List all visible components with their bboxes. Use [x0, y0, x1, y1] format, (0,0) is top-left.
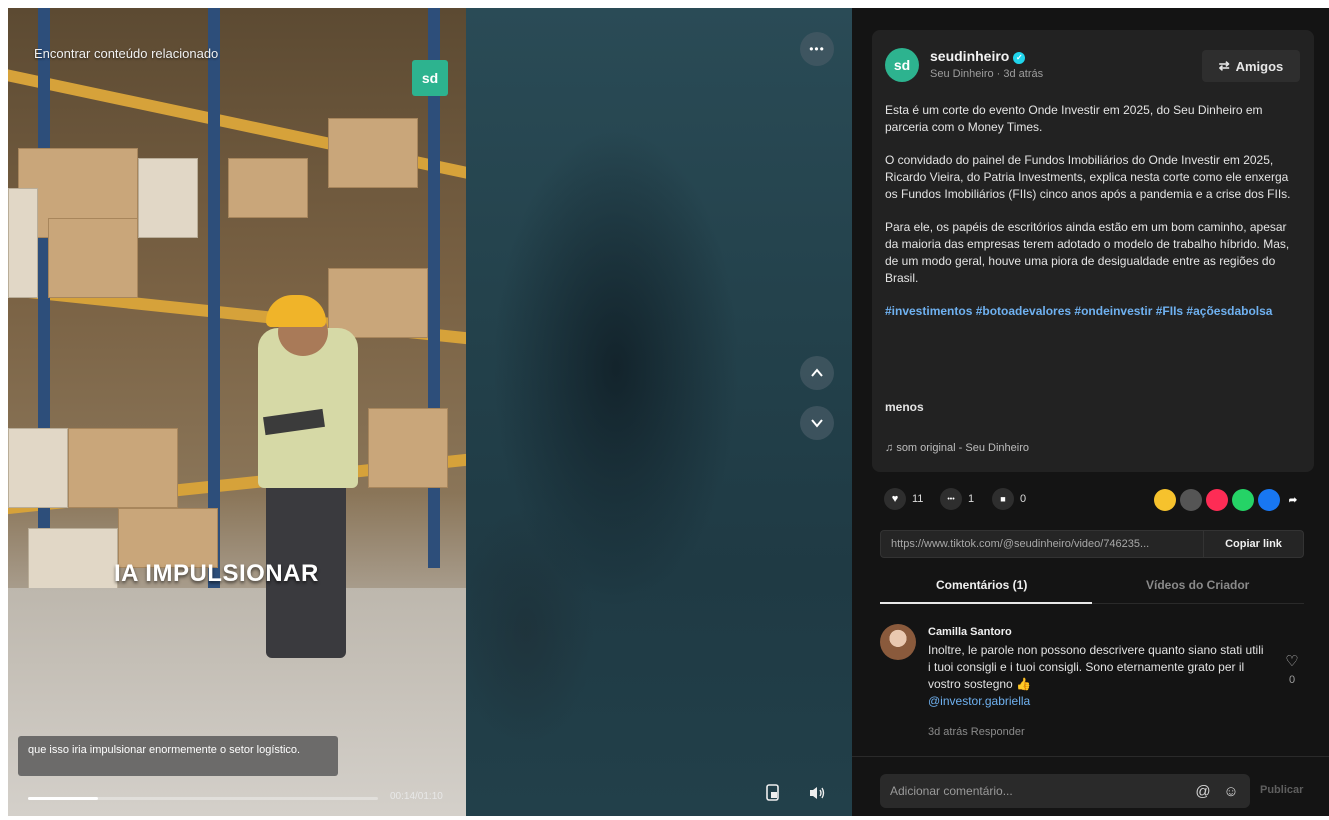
related-content-link[interactable]: Encontrar conteúdo relacionado — [34, 46, 218, 61]
chevron-down-icon — [811, 419, 823, 428]
less-link[interactable]: menos — [885, 400, 924, 414]
description-paragraph: Para ele, os papéis de escritórios ainda… — [885, 220, 1290, 285]
like-count: 11 — [912, 493, 924, 505]
mention-icon[interactable]: @ — [1192, 780, 1214, 802]
tiktok-video-page: Encontrar conteúdo relacionado sd IA IMP… — [0, 0, 1329, 820]
cardboard-box — [228, 158, 308, 218]
cardboard-box — [48, 218, 138, 298]
whatsapp-share-icon[interactable] — [1232, 489, 1254, 511]
video-link-box: https://www.tiktok.com/@seudinheiro/vide… — [880, 530, 1304, 558]
comment-item: Camilla Santoro Inoltre, le parole non p… — [880, 622, 1304, 742]
video-subtitle: que isso iria impulsionar enormemente o … — [18, 736, 338, 776]
description-paragraph: Esta é um corte do evento Onde Investir … — [885, 103, 1263, 134]
cardboard-box — [328, 118, 418, 188]
engagement-row: ♥ 11 ••• 1 ■ 0 ➦ — [884, 488, 1304, 512]
comment-meta[interactable]: 3d atrás Responder — [928, 726, 1025, 738]
time-display: 00:14/01:10 — [390, 791, 443, 802]
comment-body: Inoltre, le parole non possono descriver… — [928, 643, 1264, 691]
comment-icon[interactable]: ••• — [940, 488, 962, 510]
more-icon: ••• — [809, 42, 825, 56]
hashtags[interactable]: #investimentos #botoadevalores #ondeinve… — [885, 303, 1303, 320]
chevron-up-icon — [811, 368, 823, 377]
more-options-button[interactable]: ••• — [800, 32, 834, 66]
author-name[interactable]: seudinheiro ✓ — [930, 48, 1026, 64]
share-arrow-icon[interactable]: ➦ — [1282, 489, 1304, 511]
bookmark-icon[interactable]: ■ — [992, 488, 1014, 510]
progress-bar[interactable] — [28, 797, 378, 800]
comment-text: Inoltre, le parole non possono descriver… — [928, 642, 1268, 710]
comment-like-count: 0 — [1288, 674, 1296, 686]
embed-share-icon[interactable] — [1154, 489, 1176, 511]
copy-link-button[interactable]: Copiar link — [1203, 531, 1303, 557]
tab-creator-videos[interactable]: Vídeos do Criador — [1146, 578, 1249, 592]
video-frame[interactable]: Encontrar conteúdo relacionado sd IA IMP… — [8, 8, 466, 816]
save-count: 0 — [1020, 493, 1027, 505]
video-caption: IA IMPULSIONAR — [114, 560, 319, 587]
friends-icon: ⇄ — [1218, 58, 1230, 73]
author-subtitle: Seu Dinheiro · 3d atrás — [930, 68, 1044, 80]
facebook-share-icon[interactable] — [1258, 489, 1280, 511]
like-stat[interactable]: ♥ 11 — [884, 488, 923, 510]
heart-icon[interactable]: ♥ — [884, 488, 906, 510]
save-stat[interactable]: ■ 0 — [992, 488, 1026, 510]
description-paragraph: O convidado do painel de Fundos Imobiliá… — [885, 153, 1291, 201]
cardboard-box — [8, 428, 68, 508]
friends-label: Amigos — [1235, 58, 1284, 74]
comment-tabs: Comentários (1) Vídeos do Criador — [880, 570, 1304, 604]
floating-player-button[interactable] — [760, 780, 786, 806]
volume-button[interactable] — [804, 780, 830, 806]
friends-button[interactable]: ⇄ Amigos — [1202, 50, 1300, 82]
comment-heart-icon[interactable]: ♡ — [1282, 652, 1302, 670]
volume-icon — [810, 787, 825, 799]
next-video-button[interactable] — [800, 406, 834, 440]
video-player[interactable]: Encontrar conteúdo relacionado sd IA IMP… — [8, 8, 852, 816]
cardboard-box — [8, 188, 38, 298]
author-avatar[interactable]: sd — [885, 48, 919, 82]
blurred-background — [466, 8, 852, 816]
divider — [852, 756, 1329, 757]
tab-comments[interactable]: Comentários (1) — [936, 578, 1027, 592]
cardboard-box — [68, 428, 178, 508]
hard-hat — [266, 295, 326, 327]
friends-share-icon[interactable] — [1180, 489, 1202, 511]
cardboard-box — [138, 158, 198, 238]
brand-badge: sd — [412, 60, 448, 96]
cardboard-box — [368, 408, 448, 488]
cardboard-box — [118, 508, 218, 568]
progress-fill — [28, 797, 98, 800]
commenter-avatar[interactable] — [880, 624, 916, 660]
verified-icon: ✓ — [1013, 52, 1026, 64]
comment-mention[interactable]: @investor.gabriella — [928, 694, 1030, 708]
author-name-text[interactable]: seudinheiro — [930, 48, 1009, 64]
message-share-icon[interactable] — [1206, 489, 1228, 511]
previous-video-button[interactable] — [800, 356, 834, 390]
comment-stat[interactable]: ••• 1 — [940, 488, 974, 510]
active-tab-indicator — [880, 602, 1092, 604]
music-title[interactable]: som original - Seu Dinheiro — [896, 442, 1029, 454]
post-comment-button[interactable]: Publicar — [1260, 784, 1303, 796]
description-card: sd seudinheiro ✓ Seu Dinheiro · 3d atrás … — [872, 30, 1314, 472]
emoji-icon[interactable]: ☺ — [1220, 780, 1242, 802]
video-description: Esta é um corte do evento Onde Investir … — [885, 102, 1303, 336]
cardboard-box — [328, 268, 428, 338]
music-note-icon: ♫ — [885, 442, 894, 454]
commenter-name[interactable]: Camilla Santoro — [928, 626, 1012, 638]
warehouse-floor — [8, 588, 466, 816]
music-link[interactable]: ♫ som original - Seu Dinheiro — [885, 442, 1029, 454]
details-panel: sd seudinheiro ✓ Seu Dinheiro · 3d atrás … — [852, 8, 1329, 816]
video-url[interactable]: https://www.tiktok.com/@seudinheiro/vide… — [891, 538, 1191, 550]
picture-in-picture-icon — [766, 784, 779, 801]
comment-count: 1 — [968, 493, 975, 505]
